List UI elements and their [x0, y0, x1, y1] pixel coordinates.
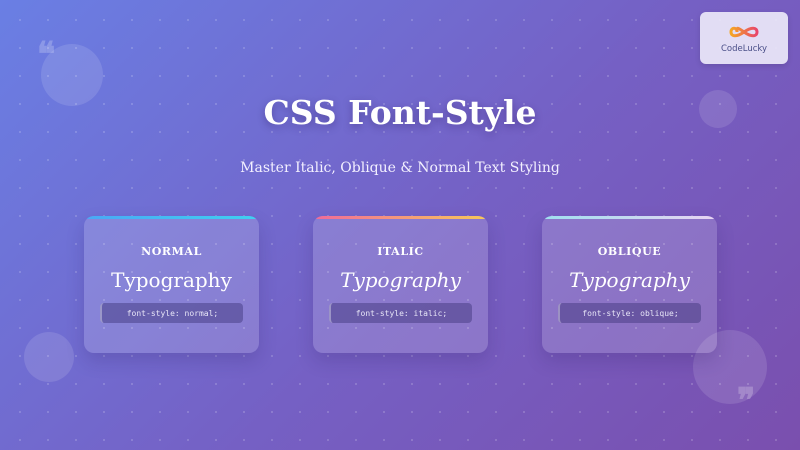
card-code-snippet: font-style: normal; [100, 303, 243, 323]
card-oblique: OBLIQUE Typography font-style: oblique; [542, 216, 717, 353]
card-sample-text: Typography [111, 268, 232, 292]
card-sample-text: Typography [340, 268, 461, 292]
card-label: NORMAL [141, 245, 202, 258]
card-normal: NORMAL Typography font-style: normal; [84, 216, 259, 353]
card-accent-bar [84, 216, 259, 219]
card-label: ITALIC [377, 245, 424, 258]
card-label: OBLIQUE [597, 245, 662, 258]
brand-logo[interactable]: CodeLucky [700, 12, 788, 64]
decorative-circle [24, 332, 74, 382]
page-subtitle: Master Italic, Oblique & Normal Text Sty… [240, 160, 560, 176]
infinity-logo-icon [729, 26, 759, 37]
quote-close-icon: ❞ [737, 381, 756, 421]
card-code-snippet: font-style: italic; [329, 303, 472, 323]
page-title: CSS Font-Style [263, 93, 537, 132]
card-sample-text: Typography [569, 268, 690, 292]
brand-name: CodeLucky [720, 43, 768, 54]
card-accent-bar [313, 216, 488, 219]
card-code-snippet: font-style: oblique; [558, 303, 701, 323]
card-italic: ITALIC Typography font-style: italic; [313, 216, 488, 353]
card-accent-bar [542, 216, 717, 219]
quote-open-icon: ❝ [37, 35, 56, 75]
